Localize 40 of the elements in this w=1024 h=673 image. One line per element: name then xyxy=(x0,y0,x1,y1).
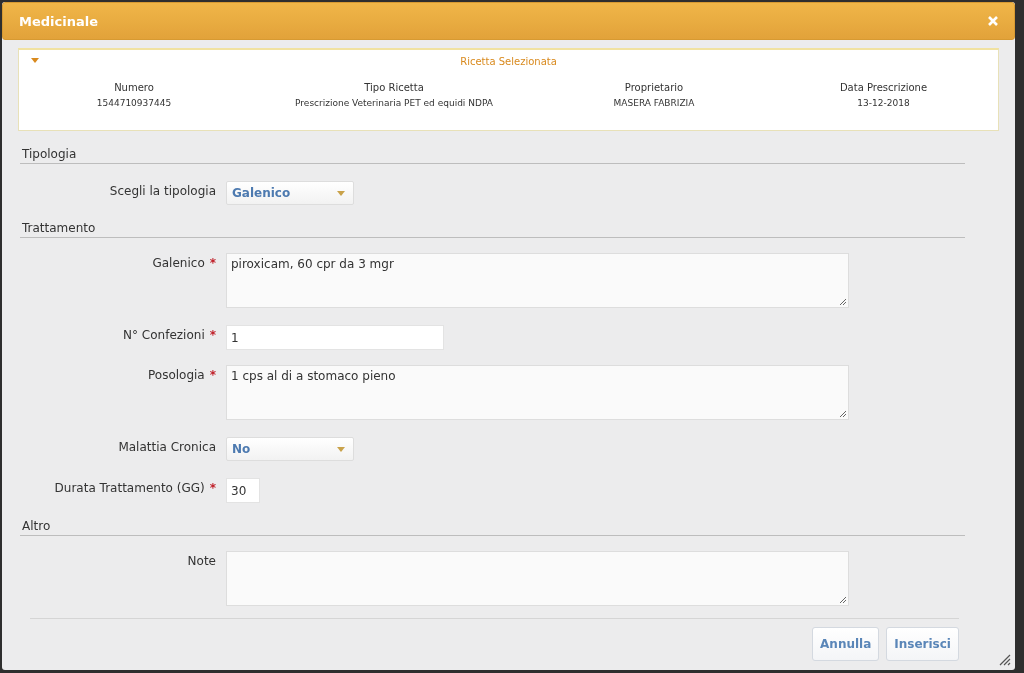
select-field[interactable]: Galenico xyxy=(226,181,354,205)
section-title: Altro xyxy=(22,519,51,533)
field-label: Scegli la tipologia xyxy=(109,183,216,198)
close-icon[interactable] xyxy=(988,16,998,26)
field-label: Posologia xyxy=(148,367,205,382)
column-label: Numero xyxy=(114,82,154,93)
required-mark: * xyxy=(209,368,216,382)
caret-icon xyxy=(337,190,345,196)
column-label: Data Prescrizione xyxy=(839,82,928,93)
resize-grip-icon xyxy=(839,298,847,306)
section-title: Trattamento xyxy=(22,221,96,235)
column-value: MASERA FABRIZIA xyxy=(613,98,695,108)
input-field[interactable]: 30 xyxy=(226,478,260,503)
column-label: Proprietario xyxy=(624,82,684,93)
text-area[interactable]: 1 cps al di a stomaco pieno xyxy=(226,365,849,420)
column-label: Tipo Ricetta xyxy=(364,82,424,93)
window-title: Medicinale xyxy=(19,13,98,29)
text-area[interactable]: piroxicam, 60 cpr da 3 mgr xyxy=(226,253,849,308)
field-label: Note xyxy=(187,553,216,568)
panel-title: Ricetta Selezionata xyxy=(460,55,557,67)
required-mark: * xyxy=(209,328,216,342)
section-title: Tipologia xyxy=(22,147,77,161)
select-field[interactable]: No xyxy=(226,437,354,461)
input-field[interactable]: 1 xyxy=(226,325,444,350)
field-label: Malattia Cronica xyxy=(118,439,216,454)
insert-button[interactable]: Inserisci xyxy=(886,627,959,661)
cancel-button[interactable]: Annulla xyxy=(812,627,880,661)
field-label: N° Confezioni xyxy=(123,327,205,342)
caret-icon[interactable] xyxy=(31,58,39,63)
column-value: 1544710937445 xyxy=(96,98,172,108)
required-mark: * xyxy=(209,481,216,495)
field-label: Durata Trattamento (GG) xyxy=(54,480,205,495)
caret-icon xyxy=(337,446,345,452)
column-value: 13-12-2018 xyxy=(857,98,910,108)
resize-grip-icon xyxy=(839,596,847,604)
required-mark: * xyxy=(209,256,216,270)
resize-grip-icon[interactable] xyxy=(999,654,1011,666)
resize-grip-icon xyxy=(839,410,847,418)
column-value: Prescrizione Veterinaria PET ed equidi NDPA xyxy=(295,98,493,108)
field-label: Galenico xyxy=(152,255,205,270)
